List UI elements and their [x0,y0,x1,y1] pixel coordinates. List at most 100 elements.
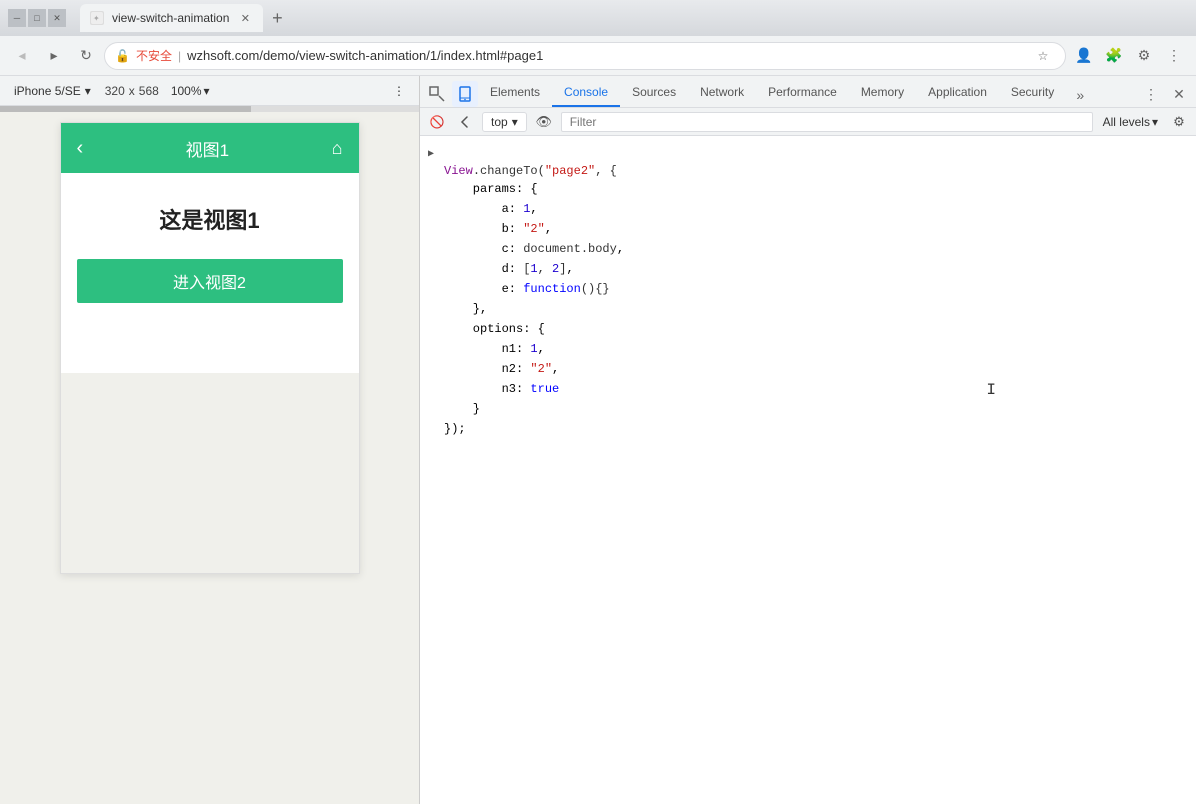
console-back-button[interactable] [454,111,476,133]
device-toggle-button[interactable] [452,81,478,107]
tab-close-button[interactable]: ✕ [237,10,253,26]
mobile-home-button[interactable]: ⌂ [332,138,343,159]
bookmark-button[interactable]: ☆ [1031,44,1055,68]
tab-elements[interactable]: Elements [478,79,552,107]
console-settings-button[interactable]: ⚙ [1168,111,1190,133]
clear-console-button[interactable]: 🚫 [426,111,448,133]
tab-memory[interactable]: Memory [849,79,916,107]
device-height: 568 [139,84,159,98]
svg-text:✦: ✦ [93,14,100,23]
tab-console[interactable]: Console [552,79,620,107]
mobile-back-button[interactable]: ‹ [77,138,84,158]
extensions-button[interactable]: 🧩 [1100,42,1128,70]
zoom-chevron-icon: ▾ [204,84,210,98]
address-separator: | [178,49,181,63]
device-more-button[interactable]: ⋮ [387,79,411,103]
dimension-display: 320 x 568 [105,84,159,98]
nav-bar: ◂ ▸ ↻ 🔓 不安全 | wzhsoft.com/demo/view-swit… [0,36,1196,76]
tab-security[interactable]: Security [999,79,1066,107]
devtools-settings-button[interactable]: ⋮ [1138,81,1164,107]
zoom-level: 100% [171,84,202,98]
back-button[interactable]: ◂ [8,42,36,70]
tab-title: view-switch-animation [112,11,229,25]
console-line-options: options: { [444,320,1188,338]
device-width: 320 [105,84,125,98]
tab-performance[interactable]: Performance [756,79,849,107]
console-entry-params: ▶ params: { [420,180,1196,200]
more-options-button[interactable]: ⋮ [1160,42,1188,70]
address-url: wzhsoft.com/demo/view-switch-animation/1… [187,48,1025,63]
account-button[interactable]: ⚙ [1130,42,1158,70]
title-bar: ─ □ ✕ ✦ view-switch-animation ✕ + [0,0,1196,36]
console-line-n1: n1: 1, [444,340,1188,358]
filter-input[interactable] [561,112,1093,132]
console-entry-n3: ▶ n3: true I [420,380,1196,400]
tab-network[interactable]: Network [688,79,756,107]
insecure-icon: 🔓 [115,49,130,63]
maximize-button[interactable]: □ [28,9,46,27]
console-entry-b: ▶ b: "2", [420,220,1196,240]
console-line-params-close: }, [444,300,1188,318]
log-level-label: All levels [1103,115,1150,129]
zoom-selector[interactable]: 100% ▾ [167,82,214,100]
console-line-options-close: } [444,400,1188,418]
console-line-main: View.changeTo("page2", { [444,144,1188,180]
browser-view: iPhone 5/SE ▾ 320 x 568 100% ▾ ⋮ [0,76,420,804]
console-entry-options: ▶ options: { [420,320,1196,340]
inspect-element-button[interactable] [424,81,450,107]
console-entry-close: ▶ }); [420,420,1196,440]
forward-button[interactable]: ▸ [40,42,68,70]
console-entry-main: ▶ View.changeTo("page2", { [420,144,1196,180]
device-chevron-icon: ▾ [85,84,91,98]
devtools-close-button[interactable]: ✕ [1166,81,1192,107]
console-line-b: b: "2", [444,220,1188,238]
console-line-close: }); [444,420,1188,438]
console-line-n3: n3: true [444,380,1188,398]
mobile-header: ‹ 视图1 ⌂ [61,123,359,173]
context-chevron-icon: ▾ [512,115,518,129]
mobile-frame: ‹ 视图1 ⌂ 这是视图1 进入视图2 [60,122,360,574]
console-line-c: c: document.body, [444,240,1188,258]
tab-application[interactable]: Application [916,79,999,107]
console-entry-e: ▶ e: function(){} [420,280,1196,300]
refresh-button[interactable]: ↻ [72,42,100,70]
devtools-right-buttons: ⋮ ✕ [1138,81,1192,107]
more-tabs-button[interactable]: » [1068,83,1092,107]
mobile-bottom-space [61,373,359,573]
console-entry-options-close: ▶ } [420,400,1196,420]
enter-view2-button[interactable]: 进入视图2 [77,259,343,303]
console-line-n2: n2: "2", [444,360,1188,378]
minimize-button[interactable]: ─ [8,9,26,27]
insecure-label: 不安全 [136,47,172,64]
mobile-body: 这是视图1 进入视图2 [61,173,359,373]
console-entry-n2: ▶ n2: "2", [420,360,1196,380]
dimension-x: x [129,84,135,98]
nav-right-buttons: 👤 🧩 ⚙ ⋮ [1070,42,1188,70]
console-output: ▶ View.changeTo("page2", { ▶ params: { ▶… [420,136,1196,804]
tab-sources[interactable]: Sources [620,79,688,107]
console-entry-c: ▶ c: document.body, [420,240,1196,260]
mobile-content: ‹ 视图1 ⌂ 这是视图1 进入视图2 [0,112,419,804]
devtools-left-icons [424,81,478,107]
tab-bar: ✦ view-switch-animation ✕ + [76,4,1188,32]
browser-window: ─ □ ✕ ✦ view-switch-animation ✕ + ◂ ▸ ↻ … [0,0,1196,804]
console-line-e: e: function(){} [444,280,1188,298]
console-entry-n1: ▶ n1: 1, [420,340,1196,360]
expand-arrow-icon[interactable]: ▶ [428,144,444,164]
console-eye-button[interactable]: 👁 [533,111,555,133]
device-selector[interactable]: iPhone 5/SE ▾ [8,82,97,100]
active-tab[interactable]: ✦ view-switch-animation ✕ [80,4,263,32]
log-level-selector[interactable]: All levels ▾ [1099,113,1162,131]
console-entry-a: ▶ a: 1, [420,200,1196,220]
address-bar[interactable]: 🔓 不安全 | wzhsoft.com/demo/view-switch-ani… [104,42,1066,70]
cursor-indicator: I [986,381,996,399]
close-window-button[interactable]: ✕ [48,9,66,27]
console-toolbar: 🚫 top ▾ 👁 All levels ▾ ⚙ [420,108,1196,136]
profile-button[interactable]: 👤 [1070,42,1098,70]
console-entry-params-close: ▶ }, [420,300,1196,320]
context-selector[interactable]: top ▾ [482,112,527,132]
new-tab-button[interactable]: + [263,4,291,32]
tab-favicon: ✦ [90,11,104,25]
context-value: top [491,115,508,129]
main-content: iPhone 5/SE ▾ 320 x 568 100% ▾ ⋮ [0,76,1196,804]
